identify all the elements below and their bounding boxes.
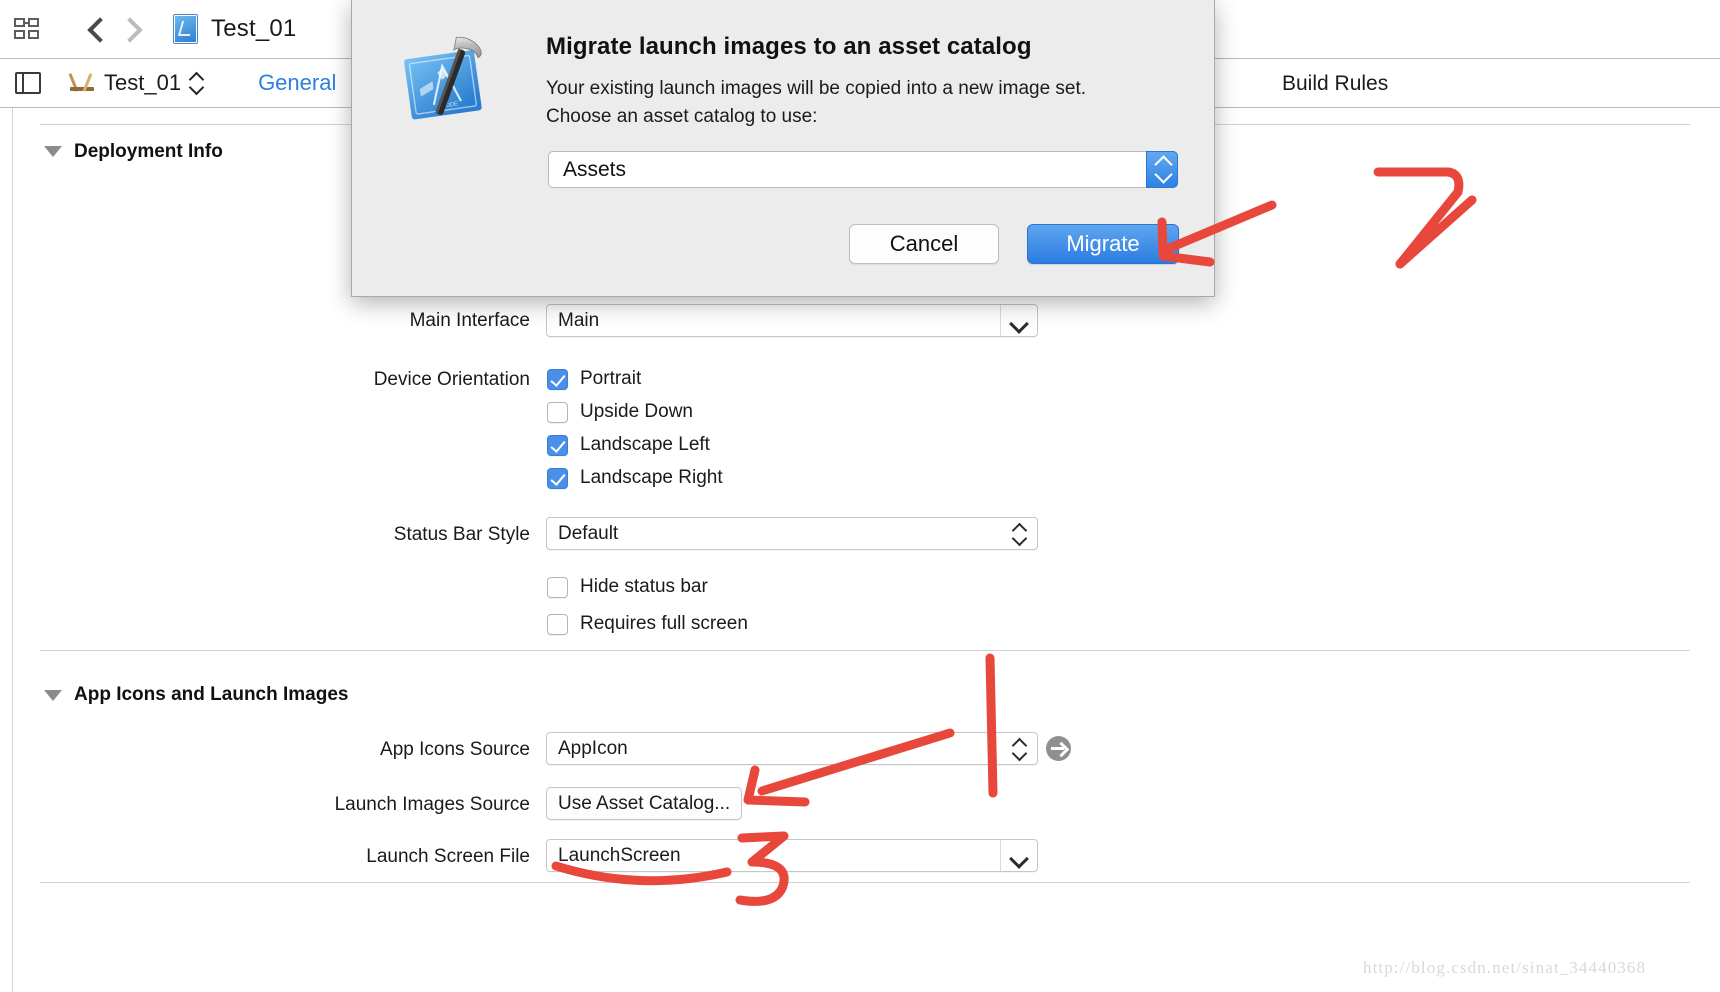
chevron-left-icon[interactable] — [79, 12, 113, 46]
value-asset-catalog: Assets — [563, 157, 627, 181]
combo-main-interface[interactable]: Main — [546, 304, 1038, 337]
checkbox-upside-down[interactable] — [547, 401, 568, 423]
label-portrait: Portrait — [580, 368, 642, 389]
label-status-bar-style: Status Bar Style — [393, 524, 530, 545]
label-requires-full-screen: Requires full screen — [580, 613, 748, 634]
checkbox-landscape-right[interactable] — [547, 467, 568, 489]
section-title-deployment-info: Deployment Info — [74, 141, 223, 162]
button-use-asset-catalog[interactable]: Use Asset Catalog... — [546, 787, 743, 820]
checkbox-row-portrait[interactable]: Portrait — [547, 368, 641, 390]
combo-launch-screen-file[interactable]: LaunchScreen — [546, 839, 1038, 872]
up-down-stepper-icon-app-icons-source[interactable] — [1013, 738, 1027, 762]
checkbox-row-upside-down[interactable]: Upside Down — [547, 401, 693, 423]
arrow-right-circle-icon-app-icons[interactable] — [1046, 736, 1071, 761]
migrate-launch-images-dialog: XCODE Migrate launch images to an asset … — [351, 0, 1215, 297]
chevron-down-icon-main-interface[interactable] — [1009, 314, 1029, 334]
grid-icon[interactable] — [13, 15, 41, 43]
tab-build-rules[interactable]: Build Rules — [1282, 59, 1388, 108]
value-status-bar-style: Default — [558, 522, 619, 544]
section-title-app-icons-and-launch-images: App Icons and Launch Images — [74, 684, 349, 705]
triangle-down-icon-app-icons[interactable] — [44, 690, 62, 701]
checkbox-row-hide-status-bar[interactable]: Hide status bar — [547, 576, 708, 598]
popup-app-icons-source[interactable]: AppIcon — [546, 732, 1038, 765]
label-hide-status-bar: Hide status bar — [580, 576, 708, 597]
watermark: http://blog.csdn.net/sinat_34440368 — [1363, 958, 1647, 977]
dialog-body: Your existing launch images will be copi… — [546, 75, 1186, 131]
label-upside-down: Upside Down — [580, 401, 693, 422]
label-main-interface: Main Interface — [409, 310, 530, 331]
target-ruler-icon — [69, 71, 95, 95]
blue-up-down-stepper-icon[interactable] — [1146, 151, 1178, 188]
chevron-down-icon-launch-screen-file[interactable] — [1009, 849, 1029, 869]
asset-catalog-combo[interactable]: Assets — [548, 151, 1178, 188]
checkbox-hide-status-bar[interactable] — [547, 576, 568, 598]
checkbox-portrait[interactable] — [547, 368, 568, 390]
breadcrumb-title: Test_01 — [211, 15, 297, 42]
divider-sections — [40, 650, 1690, 651]
value-main-interface: Main — [558, 309, 600, 331]
chevron-right-icon[interactable] — [113, 12, 147, 46]
popup-status-bar-style[interactable]: Default — [546, 517, 1038, 550]
checkbox-row-landscape-right[interactable]: Landscape Right — [547, 467, 723, 489]
dialog-body-line-2: Choose an asset catalog to use: — [546, 106, 818, 127]
target-name-label[interactable]: Test_01 — [104, 70, 181, 96]
migrate-button[interactable]: Migrate — [1027, 224, 1179, 264]
value-launch-images-source: Use Asset Catalog... — [558, 792, 731, 814]
dialog-title: Migrate launch images to an asset catalo… — [546, 33, 1032, 60]
checkbox-requires-full-screen[interactable] — [547, 613, 568, 635]
checkbox-row-landscape-left[interactable]: Landscape Left — [547, 434, 710, 456]
up-down-stepper-icon-status-bar-style[interactable] — [1013, 523, 1027, 547]
dialog-body-line-1: Your existing launch images will be copi… — [546, 78, 1087, 99]
label-app-icons-source: App Icons Source — [380, 739, 530, 760]
label-landscape-left: Landscape Left — [580, 434, 710, 455]
tab-general[interactable]: General — [258, 70, 336, 96]
label-launch-screen-file: Launch Screen File — [366, 846, 530, 867]
cancel-button[interactable]: Cancel — [849, 224, 999, 264]
checkbox-landscape-left[interactable] — [547, 434, 568, 456]
label-device-orientation: Device Orientation — [373, 369, 530, 390]
xcode-hammer-blueprint-icon: XCODE — [404, 36, 482, 120]
left-panel-toggle-icon[interactable] — [15, 72, 41, 94]
xcode-project-file-icon — [173, 14, 198, 44]
checkbox-row-requires-full-screen[interactable]: Requires full screen — [547, 613, 748, 635]
label-launch-images-source: Launch Images Source — [334, 794, 530, 815]
divider-bottom — [40, 882, 1690, 883]
triangle-down-icon-deployment[interactable] — [44, 146, 62, 157]
content-gutter — [0, 108, 13, 992]
label-landscape-right: Landscape Right — [580, 467, 723, 488]
value-launch-screen-file: LaunchScreen — [558, 844, 681, 866]
value-app-icons-source: AppIcon — [558, 737, 628, 759]
up-down-stepper-icon[interactable] — [190, 70, 204, 96]
